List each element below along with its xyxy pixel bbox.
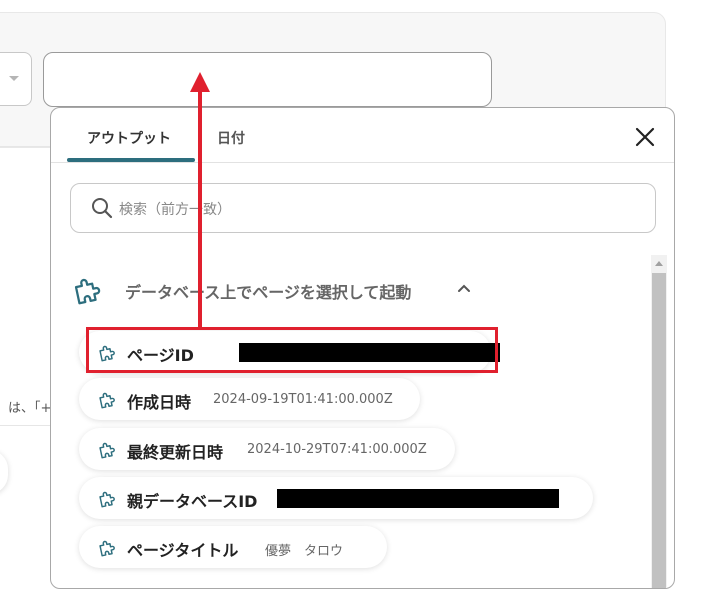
item-label: 親データベースID — [127, 492, 258, 511]
output-item-created-time[interactable]: 作成日時 2024-09-19T01:41:00.000Z — [79, 378, 420, 420]
scrollbar-thumb[interactable] — [652, 273, 666, 588]
active-tab-indicator — [67, 158, 195, 162]
close-icon[interactable] — [634, 126, 656, 148]
puzzle-icon — [99, 392, 115, 409]
item-label: ページタイトル — [127, 541, 239, 560]
background-select[interactable] — [0, 52, 32, 106]
item-value: 2024-10-29T07:41:00.000Z — [247, 442, 427, 457]
search-placeholder: 検索（前方一致） — [119, 202, 231, 218]
scrollbar[interactable] — [651, 255, 667, 588]
field-input[interactable] — [43, 52, 492, 107]
background-text: は、「+ — [8, 401, 52, 416]
background-pill — [0, 450, 8, 494]
annotation-arrow-head — [190, 72, 210, 92]
tab-output[interactable]: アウトプット — [87, 128, 171, 148]
puzzle-icon — [99, 540, 115, 557]
item-label: 作成日時 — [127, 393, 192, 412]
puzzle-icon — [99, 442, 115, 459]
item-value: 2024-09-19T01:41:00.000Z — [213, 392, 393, 407]
chevron-up-icon[interactable] — [457, 283, 471, 293]
output-item-parent-database-id[interactable]: 親データベースID — [79, 477, 593, 519]
item-label: 最終更新日時 — [127, 443, 224, 462]
tab-date[interactable]: 日付 — [217, 128, 245, 148]
search-icon — [92, 198, 113, 219]
puzzle-icon — [74, 278, 101, 305]
output-item-page-title[interactable]: ページタイトル 優夢 タロウ — [79, 526, 387, 568]
redacted-value — [277, 489, 559, 508]
section-header[interactable]: データベース上でページを選択して起動 — [71, 271, 491, 307]
item-value: 優夢 タロウ — [265, 544, 344, 559]
divider — [0, 146, 50, 147]
puzzle-icon — [99, 491, 115, 508]
chevron-down-icon — [9, 76, 19, 81]
output-item-last-edited-time[interactable]: 最終更新日時 2024-10-29T07:41:00.000Z — [79, 428, 455, 470]
divider — [0, 425, 50, 426]
annotation-arrow-line — [198, 88, 202, 328]
tab-bar: アウトプット 日付 — [51, 108, 674, 163]
section-title: データベース上でページを選択して起動 — [125, 283, 412, 302]
annotation-highlight-box — [86, 327, 498, 373]
search-input[interactable]: 検索（前方一致） — [70, 183, 656, 233]
scroll-up-arrow-icon[interactable] — [655, 261, 663, 266]
